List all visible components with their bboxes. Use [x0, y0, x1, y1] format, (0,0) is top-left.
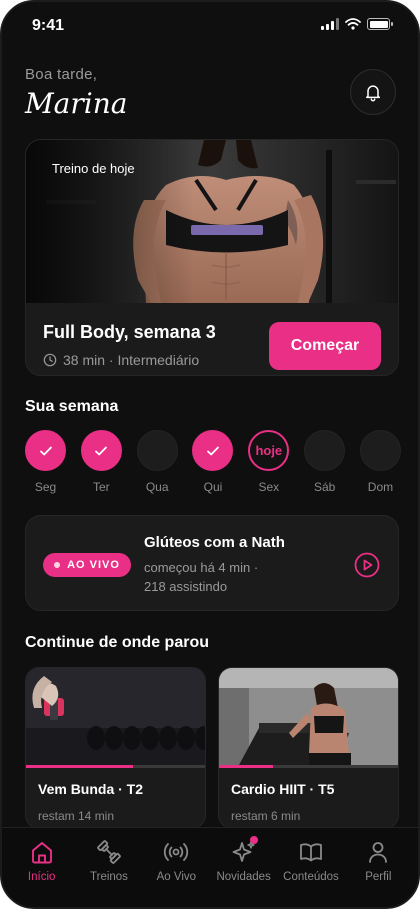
progress-fill — [26, 765, 134, 768]
book-icon — [300, 843, 322, 862]
continue-progress — [219, 765, 398, 768]
greeting-text: Boa tarde, — [25, 66, 98, 83]
status-bar: 9:41 — [2, 2, 418, 48]
continue-section-title: Continue de onde parou — [25, 634, 209, 651]
continue-card-vem-bunda[interactable]: Vem Bunda · T2 restam 14 min — [25, 667, 206, 829]
today-workout-card[interactable]: Treino de hoje Full Body, semana 3 38 mi… — [25, 139, 399, 376]
day-label: Seg — [34, 480, 57, 494]
continue-thumbnail — [26, 668, 205, 765]
today-label: Treino de hoje — [52, 161, 135, 176]
live-started: começou há 4 min · — [144, 560, 259, 575]
profile-icon — [369, 842, 388, 863]
check-icon — [95, 446, 108, 455]
nav-label: Novidades — [216, 871, 271, 883]
day-label: Sex — [258, 480, 280, 494]
nav-label: Perfil — [365, 871, 392, 883]
week-days: Seg Ter Qua Qui hoje Sex Sáb Dom — [25, 430, 401, 494]
day-circle — [192, 430, 234, 471]
phone-screen: 9:41 Boa tarde, Marina Treino de hoje Fu… — [0, 0, 420, 909]
day-circle — [136, 430, 178, 471]
nav-item-novidades[interactable]: Novidades — [213, 836, 275, 907]
day-label: Qua — [145, 480, 169, 494]
day-circle — [359, 430, 401, 471]
day-label: Dom — [367, 480, 394, 494]
notifications-button[interactable] — [350, 69, 396, 115]
battery-icon — [367, 18, 393, 30]
day-dom[interactable]: Dom — [359, 430, 401, 494]
day-sab[interactable]: Sáb — [304, 430, 346, 494]
nav-item-treinos[interactable]: Treinos — [78, 838, 140, 907]
dumbbell-icon — [97, 840, 121, 864]
start-workout-button[interactable]: Começar — [269, 322, 381, 370]
live-title: Glúteos com a Nath — [144, 534, 285, 551]
day-label: Ter — [92, 480, 110, 494]
day-circle-today: hoje — [248, 430, 290, 471]
continue-title: Vem Bunda · T2 — [38, 781, 144, 797]
continue-card-cardio-hiit[interactable]: Cardio HIIT · T5 restam 6 min — [218, 667, 399, 829]
live-badge: AO VIVO — [43, 553, 131, 577]
nav-item-ao-vivo[interactable]: Ao Vivo — [145, 838, 207, 907]
week-section-title: Sua semana — [25, 398, 119, 415]
notification-dot-icon — [249, 836, 258, 844]
bell-icon — [366, 85, 380, 102]
day-circle — [80, 430, 122, 471]
day-label: Sáb — [313, 480, 336, 494]
status-icons — [321, 18, 393, 30]
live-dot-icon — [54, 562, 61, 568]
workout-meta-text: 38 min · Intermediário — [63, 352, 200, 368]
day-qui[interactable]: Qui — [192, 430, 234, 494]
workout-hero-image: Treino de hoje — [26, 140, 398, 303]
status-time: 9:41 — [32, 17, 65, 34]
day-circle — [304, 430, 346, 471]
day-seg[interactable]: Seg — [25, 430, 66, 494]
day-qua[interactable]: Qua — [136, 430, 178, 494]
workout-title: Full Body, semana 3 — [43, 322, 216, 342]
day-ter[interactable]: Ter — [80, 430, 122, 494]
workout-meta: 38 min · Intermediário — [43, 352, 199, 368]
broadcast-icon — [164, 843, 189, 861]
live-badge-text: AO VIVO — [67, 559, 120, 571]
bottom-nav: Início Treinos Ao Vivo Novidades Conteúd… — [2, 827, 418, 907]
clock-icon — [43, 353, 57, 367]
day-sex[interactable]: hoje Sex — [248, 430, 290, 494]
live-class-card[interactable]: AO VIVO Glúteos com a Nath começou há 4 … — [25, 515, 399, 611]
nav-label: Treinos — [90, 871, 128, 883]
wifi-icon — [345, 18, 361, 30]
play-icon[interactable] — [354, 552, 380, 578]
greeting: Boa tarde, Marina — [25, 66, 127, 120]
continue-title: Cardio HIIT · T5 — [231, 781, 335, 797]
home-icon — [31, 842, 52, 864]
check-icon — [207, 446, 219, 455]
continue-remaining: restam 14 min — [38, 809, 115, 823]
nav-label: Ao Vivo — [156, 871, 197, 883]
nav-item-conteudos[interactable]: Conteúdos — [280, 838, 342, 907]
nav-item-inicio[interactable]: Início — [11, 838, 73, 907]
continue-remaining: restam 6 min — [231, 809, 301, 823]
day-circle — [25, 430, 66, 471]
nav-label: Conteúdos — [283, 871, 339, 883]
user-name: Marina — [25, 87, 128, 120]
signal-icon — [321, 18, 339, 30]
live-viewers: 218 assistindo — [144, 579, 228, 594]
day-label: Qui — [203, 480, 223, 494]
nav-label: Início — [27, 871, 56, 883]
progress-fill — [219, 765, 273, 768]
check-icon — [39, 446, 52, 455]
continue-progress — [26, 765, 205, 768]
continue-thumbnail — [219, 668, 398, 765]
nav-item-perfil[interactable]: Perfil — [347, 838, 409, 907]
